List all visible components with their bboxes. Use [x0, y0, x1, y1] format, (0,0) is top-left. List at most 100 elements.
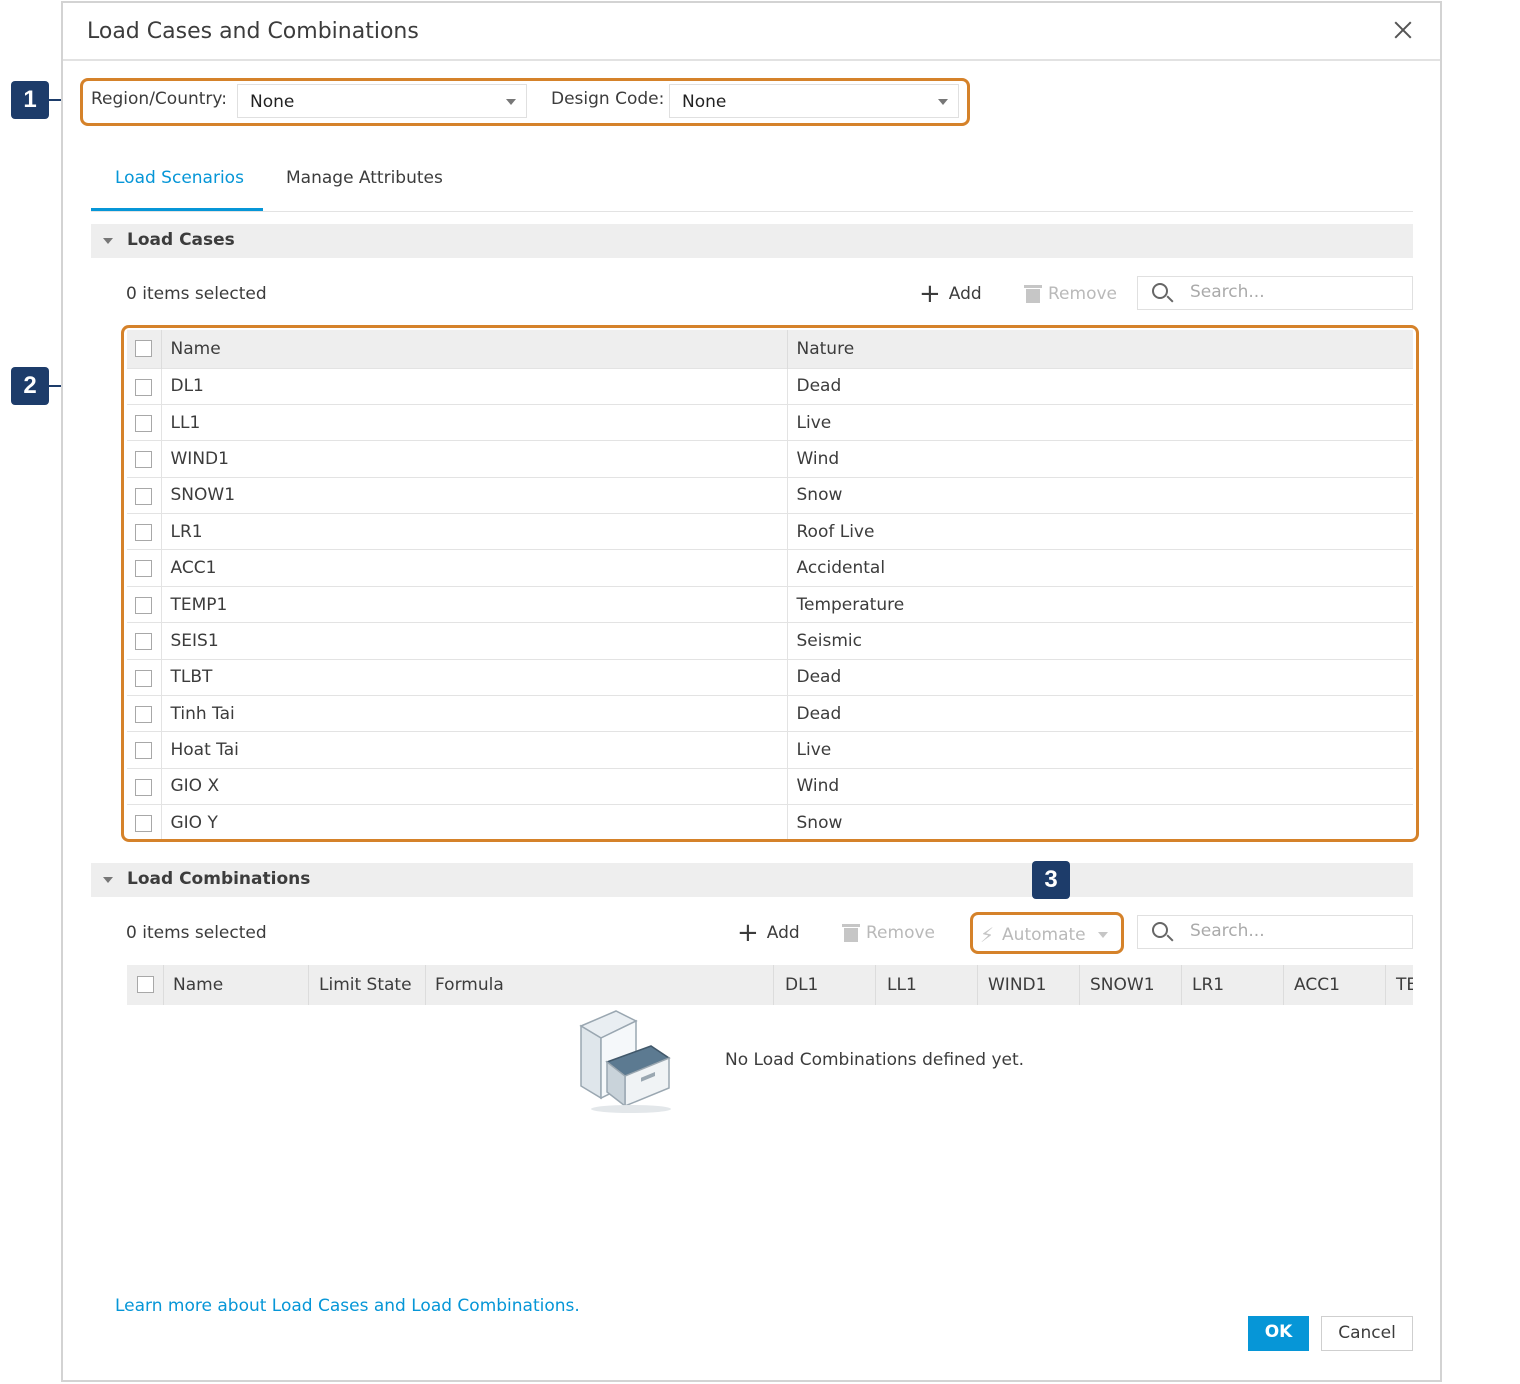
- row-checkbox[interactable]: [135, 706, 152, 724]
- column-separator: [308, 965, 309, 1005]
- column-header-snow1[interactable]: SNOW1: [1090, 975, 1155, 995]
- load-case-name: WIND1: [161, 440, 788, 478]
- region-country-label: Region/Country:: [91, 89, 227, 109]
- row-check-cell: [127, 695, 162, 732]
- trash-icon: [1024, 285, 1042, 303]
- table-row[interactable]: TLBT Dead: [127, 658, 1413, 696]
- column-header-limit-state[interactable]: Limit State: [319, 975, 412, 995]
- load-case-nature: Accidental: [787, 549, 1413, 587]
- row-check-cell: [127, 658, 162, 696]
- load-combinations-section-header[interactable]: Load Combinations: [91, 863, 1413, 897]
- column-header-formula[interactable]: Formula: [435, 975, 504, 995]
- collapse-triangle-icon[interactable]: [103, 877, 113, 883]
- remove-label: Remove: [1048, 284, 1117, 304]
- row-check-cell: [127, 804, 162, 842]
- column-header-dl1[interactable]: DL1: [785, 975, 818, 995]
- design-code-label: Design Code:: [551, 89, 665, 109]
- table-row[interactable]: SNOW1 Snow: [127, 476, 1413, 514]
- column-header-wind1[interactable]: WIND1: [988, 975, 1046, 995]
- search-icon: [1152, 922, 1168, 938]
- row-checkbox[interactable]: [135, 378, 152, 396]
- row-check-cell: [127, 585, 162, 623]
- tab-load-scenarios[interactable]: Load Scenarios: [115, 168, 244, 188]
- cancel-button[interactable]: Cancel: [1321, 1316, 1413, 1351]
- table-row[interactable]: LL1 Live: [127, 403, 1413, 441]
- load-cases-remove-button[interactable]: Remove: [1024, 284, 1117, 304]
- table-header-row: Name Nature: [127, 330, 1413, 368]
- column-header-te[interactable]: TE: [1396, 975, 1413, 995]
- ok-button[interactable]: OK: [1248, 1316, 1309, 1351]
- row-checkbox[interactable]: [135, 524, 152, 542]
- load-combinations-selected-count: 0 items selected: [126, 923, 267, 943]
- table-row[interactable]: LR1 Roof Live: [127, 513, 1413, 550]
- row-checkbox[interactable]: [135, 487, 152, 505]
- table-row[interactable]: GIO X Wind: [127, 767, 1413, 805]
- tab-divider: [91, 211, 1413, 212]
- table-row[interactable]: TEMP1 Temperature: [127, 585, 1413, 623]
- load-case-nature: Live: [787, 403, 1413, 441]
- row-check-cell: [127, 549, 162, 587]
- add-label: Add: [766, 923, 800, 943]
- row-checkbox[interactable]: [135, 633, 152, 651]
- row-checkbox[interactable]: [135, 742, 152, 760]
- row-checkbox[interactable]: [135, 414, 152, 432]
- table-row[interactable]: SEIS1 Seismic: [127, 622, 1413, 660]
- row-check-cell: [127, 440, 162, 478]
- load-combinations-search-input[interactable]: [1190, 921, 1390, 941]
- tab-manage-attributes[interactable]: Manage Attributes: [286, 168, 443, 188]
- automate-button[interactable]: ⚡ Automate: [980, 923, 1108, 947]
- table-row[interactable]: Tinh Tai Dead: [127, 695, 1413, 732]
- column-header-lr1[interactable]: LR1: [1192, 975, 1224, 995]
- row-checkbox[interactable]: [135, 778, 152, 796]
- load-case-name: GIO Y: [161, 804, 788, 842]
- load-case-nature: Snow: [787, 804, 1413, 842]
- table-row[interactable]: GIO Y Snow: [127, 804, 1413, 842]
- column-separator: [773, 965, 774, 1005]
- load-case-name: ACC1: [161, 549, 788, 587]
- load-case-name: Hoat Tai: [161, 731, 788, 769]
- load-cases-section-header[interactable]: Load Cases: [91, 224, 1413, 258]
- plus-icon: +: [919, 279, 941, 309]
- table-row[interactable]: Hoat Tai Live: [127, 731, 1413, 769]
- load-cases-add-button[interactable]: + Add: [919, 279, 982, 309]
- column-header-ll1[interactable]: LL1: [887, 975, 917, 995]
- region-country-select[interactable]: None: [237, 84, 527, 118]
- row-check-cell: [127, 622, 162, 660]
- load-combinations-add-button[interactable]: + Add: [737, 920, 800, 946]
- row-checkbox[interactable]: [135, 815, 152, 833]
- load-case-name: TEMP1: [161, 585, 788, 623]
- learn-more-link[interactable]: Learn more about Load Cases and Load Com…: [115, 1296, 580, 1316]
- row-checkbox[interactable]: [135, 451, 152, 469]
- table-row[interactable]: WIND1 Wind: [127, 440, 1413, 478]
- design-code-select[interactable]: None: [669, 84, 959, 118]
- dialog-title: Load Cases and Combinations: [87, 19, 419, 44]
- load-case-name: GIO X: [161, 767, 788, 805]
- chevron-down-icon: [938, 99, 948, 105]
- load-cases-search-box[interactable]: [1137, 276, 1413, 310]
- table-row[interactable]: ACC1 Accidental: [127, 549, 1413, 587]
- load-combinations-remove-button[interactable]: Remove: [842, 923, 935, 943]
- load-case-nature: Wind: [787, 440, 1413, 478]
- table-row[interactable]: DL1 Dead: [127, 367, 1413, 405]
- load-case-name: SEIS1: [161, 622, 788, 660]
- select-all-checkbox[interactable]: [137, 976, 154, 993]
- close-icon[interactable]: [1390, 17, 1416, 43]
- column-header-nature[interactable]: Nature: [787, 330, 1413, 368]
- callout-2-badge: 2: [11, 367, 49, 405]
- dialog-titlebar: Load Cases and Combinations: [63, 3, 1440, 61]
- row-checkbox[interactable]: [135, 560, 152, 578]
- column-header-acc1[interactable]: ACC1: [1294, 975, 1340, 995]
- remove-label: Remove: [866, 923, 935, 943]
- column-separator: [977, 965, 978, 1005]
- load-cases-search-input[interactable]: [1190, 282, 1390, 302]
- column-header-name[interactable]: Name: [173, 975, 223, 995]
- select-all-checkbox[interactable]: [135, 340, 152, 357]
- lightning-icon: ⚡: [980, 923, 995, 947]
- load-case-name: SNOW1: [161, 476, 788, 514]
- collapse-triangle-icon[interactable]: [103, 238, 113, 244]
- load-combinations-search-box[interactable]: [1137, 915, 1413, 949]
- row-checkbox[interactable]: [135, 596, 152, 614]
- column-header-name[interactable]: Name: [161, 330, 788, 368]
- load-case-name: TLBT: [161, 658, 788, 696]
- row-checkbox[interactable]: [135, 669, 152, 687]
